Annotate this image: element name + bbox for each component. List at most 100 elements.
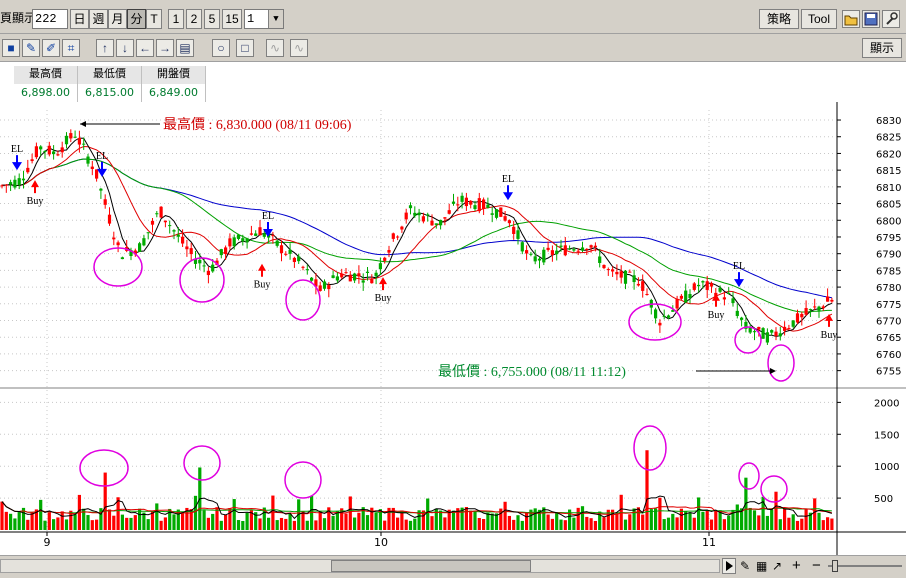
candle-body <box>228 238 232 247</box>
volume-bar <box>426 498 430 530</box>
candle-body <box>632 275 636 283</box>
candle-body <box>198 259 202 264</box>
volume-bar <box>155 503 159 530</box>
candle-body <box>740 317 744 320</box>
square-icon[interactable]: □ <box>236 39 254 57</box>
pen-icon[interactable]: ✎ <box>22 39 40 57</box>
edit-icon[interactable]: ✐ <box>42 39 60 57</box>
candle-body <box>516 230 520 239</box>
price-tick-label: 6810 <box>876 183 901 194</box>
volume-bar <box>133 515 137 530</box>
volume-bar <box>722 519 726 530</box>
candle-body <box>26 167 30 173</box>
candle-body <box>430 220 434 226</box>
candle-body <box>774 331 778 337</box>
candle-body <box>705 281 709 290</box>
chart-tool-icon[interactable]: ↗ <box>772 559 782 573</box>
table-icon[interactable]: ▦ <box>756 559 767 573</box>
candle-body <box>146 232 150 234</box>
arrow-up-icon[interactable]: ↑ <box>96 39 114 57</box>
zoom-slider-thumb[interactable] <box>832 560 838 572</box>
candle-body <box>387 249 391 253</box>
wave-icon[interactable]: ∿ <box>266 39 284 57</box>
candle-body <box>73 136 77 138</box>
candle-body <box>804 308 808 315</box>
candle-body <box>107 214 112 224</box>
volume-bar <box>9 513 13 530</box>
volume-bar <box>64 519 69 530</box>
volume-bar <box>284 518 288 530</box>
volume-bar <box>430 516 434 530</box>
zoom-in-icon[interactable]: + <box>792 557 801 574</box>
period-button-1[interactable]: 週 <box>89 9 108 29</box>
wave2-icon[interactable]: ∿ <box>290 39 308 57</box>
price-tick-label: 6805 <box>876 200 901 211</box>
candle-body <box>185 246 189 250</box>
circle-icon[interactable]: ○ <box>212 39 230 57</box>
period-button-3[interactable]: 分 <box>127 9 146 29</box>
report-icon[interactable]: ▤ <box>176 39 194 57</box>
candle-body <box>378 263 382 270</box>
volume-bar <box>813 498 817 530</box>
candle-body <box>722 297 726 300</box>
horizontal-scrollbar[interactable] <box>0 559 720 573</box>
interval-select[interactable]: 1 ▼ <box>244 9 284 29</box>
display-button[interactable]: 顯示 <box>862 38 902 58</box>
price-tick-label: 6765 <box>876 333 901 344</box>
wrench-small-icon[interactable]: ✎ <box>740 559 750 573</box>
interval-button-15[interactable]: 15 <box>222 9 242 29</box>
volume-bar <box>516 515 520 530</box>
count-input[interactable]: 222 <box>32 9 68 29</box>
scroll-thumb[interactable] <box>331 560 531 572</box>
candle-body <box>288 249 292 254</box>
interval-button-5[interactable]: 5 <box>204 9 220 29</box>
candle-body <box>645 293 649 295</box>
volume-bar <box>107 509 112 530</box>
wrench-icon[interactable] <box>882 10 900 28</box>
crop-icon[interactable]: ⌗ <box>62 39 80 57</box>
volume-bar <box>43 520 47 530</box>
candle-body <box>735 310 739 316</box>
arrow-left-icon[interactable]: ← <box>136 39 154 57</box>
candle-body <box>344 272 348 274</box>
arrow-right-icon[interactable]: → <box>156 39 174 57</box>
el-label: EL <box>96 151 108 162</box>
candle-body <box>150 220 155 225</box>
period-button-2[interactable]: 月 <box>108 9 127 29</box>
play-icon[interactable] <box>722 558 736 574</box>
period-button-0[interactable]: 日 <box>70 9 89 29</box>
color-icon[interactable]: ■ <box>2 39 20 57</box>
candle-body <box>568 248 572 250</box>
open-folder-icon[interactable] <box>842 10 860 28</box>
strategy-button[interactable]: 策略 <box>759 9 799 29</box>
period-button-4[interactable]: T <box>146 9 162 29</box>
candle-body <box>658 322 662 326</box>
volume-bar <box>400 510 404 530</box>
volume-bar <box>520 520 524 530</box>
candle-body <box>482 199 486 209</box>
candle-body <box>795 313 800 323</box>
candle-body <box>662 315 666 317</box>
candle-body <box>490 213 494 215</box>
tool-button[interactable]: Tool <box>801 9 837 29</box>
volume-bar <box>443 517 447 530</box>
zoom-slider[interactable] <box>828 560 902 572</box>
save-icon[interactable] <box>862 10 880 28</box>
volume-bar <box>804 509 808 530</box>
interval-button-1[interactable]: 1 <box>168 9 184 29</box>
volume-bar <box>232 499 236 530</box>
volume-bar <box>322 518 327 530</box>
high-label: 最高價 : 6,830.000 (08/11 09:06) <box>163 116 352 133</box>
candle-body <box>258 227 262 236</box>
price-volume-chart[interactable]: 6830 6825 6820 6815 6810 6805 6800 6795 6790 6785… <box>0 102 906 555</box>
zoom-out-icon[interactable]: − <box>812 557 821 574</box>
candle-body <box>138 243 142 252</box>
candle-body <box>52 151 56 155</box>
arrow-down-icon[interactable]: ↓ <box>116 39 134 57</box>
candle-body <box>727 292 731 294</box>
interval-button-2[interactable]: 2 <box>186 9 202 29</box>
volume-bar <box>193 495 198 530</box>
candle-body <box>520 242 524 252</box>
candle-body <box>559 245 563 247</box>
volume-bar <box>60 511 64 530</box>
